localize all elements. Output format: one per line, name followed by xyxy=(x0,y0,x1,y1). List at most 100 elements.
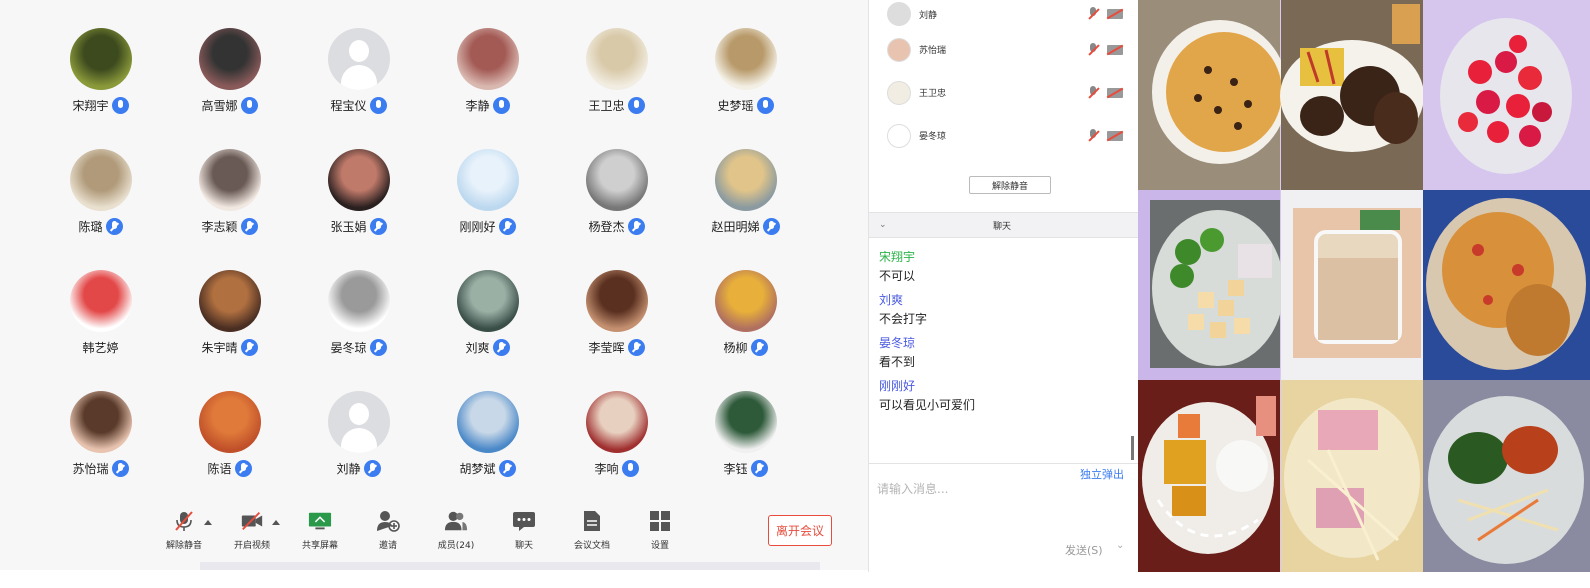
invite-label: 邀请 xyxy=(378,541,397,551)
member-name: 刘静 xyxy=(919,10,938,21)
participant-tile[interactable]: 程宝仪 xyxy=(294,22,423,143)
mic-muted-icon xyxy=(492,338,510,356)
participant-name-row: 刘爽 xyxy=(465,338,510,356)
leave-meeting-button[interactable]: 离开会议 xyxy=(768,515,832,546)
avatar xyxy=(198,391,261,453)
participant-name-row: 陈语 xyxy=(207,459,252,477)
camera-off-icon[interactable] xyxy=(1107,9,1123,19)
avatar xyxy=(198,28,261,90)
share-screen-button[interactable]: 共享屏幕 xyxy=(286,510,354,551)
send-options-chevron-icon[interactable]: ⌄ xyxy=(1116,540,1124,551)
member-name: 苏怡瑞 xyxy=(919,46,947,56)
camera-off-icon[interactable] xyxy=(1107,130,1123,141)
participant-tile[interactable]: 张玉娟 xyxy=(294,143,423,264)
participant-name-row: 胡梦斌 xyxy=(459,459,516,477)
share-screen-label: 共享屏幕 xyxy=(301,541,338,551)
participant-tile[interactable]: 高雪娜 xyxy=(165,22,294,143)
participant-tile[interactable]: 宋翔宇 xyxy=(36,22,165,143)
participant-tile[interactable]: 杨柳 xyxy=(681,264,810,385)
participant-name: 李莹晖 xyxy=(588,340,625,355)
invite-button[interactable]: 邀请 xyxy=(354,510,422,551)
mic-muted-icon[interactable] xyxy=(1087,42,1099,57)
mic-muted-icon[interactable] xyxy=(1087,85,1099,100)
participant-tile[interactable]: 晏冬琼 xyxy=(294,264,423,385)
members-button[interactable]: 成员(24) xyxy=(422,510,490,551)
settings-label: 设置 xyxy=(650,541,669,551)
avatar xyxy=(69,28,132,90)
camera-off-icon[interactable] xyxy=(1107,44,1123,55)
participant-tile[interactable]: 史梦瑶 xyxy=(681,22,810,143)
avatar xyxy=(585,149,648,211)
meeting-docs-button[interactable]: 会议文档 xyxy=(558,510,626,551)
participant-tile[interactable]: 王卫忠 xyxy=(552,22,681,143)
participant-tile[interactable]: 陈语 xyxy=(165,385,294,506)
member-row[interactable]: 王卫忠 xyxy=(869,71,1139,114)
chat-sender: 晏冬琼 xyxy=(879,336,916,350)
participant-tile[interactable]: 李响 xyxy=(552,385,681,506)
chat-input[interactable] xyxy=(877,480,1117,540)
participant-tile[interactable]: 李钰 xyxy=(681,385,810,506)
chat-scrollbar[interactable] xyxy=(1131,436,1134,460)
participant-tile[interactable]: 韩艺婷 xyxy=(36,264,165,385)
screen: 宋翔宇 高雪娜 程宝仪 李静 王卫忠 史梦瑶 陈璐 李志颖 张玉娟 刚刚好 杨登杰 赵田明娣 韩艺婷 朱宇… xyxy=(0,0,1590,588)
mic-muted-icon xyxy=(498,217,516,235)
avatar xyxy=(327,270,390,332)
chat-button[interactable]: 聊天 xyxy=(490,510,558,551)
chat-bubble-icon xyxy=(512,510,536,532)
avatar xyxy=(714,28,777,90)
participant-name: 晏冬琼 xyxy=(330,340,367,355)
document-icon xyxy=(580,510,604,532)
member-row[interactable]: 苏怡瑞 xyxy=(869,28,1139,71)
start-video-button[interactable]: 开启视频 xyxy=(218,510,286,551)
settings-button[interactable]: 设置 xyxy=(626,510,694,551)
participant-tile[interactable]: 朱宇晴 xyxy=(165,264,294,385)
participant-name: 刚刚好 xyxy=(459,219,496,234)
participant-name: 陈璐 xyxy=(78,219,103,234)
participant-tile[interactable]: 赵田明娣 xyxy=(681,143,810,264)
mic-muted-icon xyxy=(750,459,768,477)
participant-name-row: 杨柳 xyxy=(723,338,768,356)
chat-sender: 宋翔宇 xyxy=(879,250,916,264)
mic-muted-icon xyxy=(240,338,258,356)
chat-text: 看不到 xyxy=(879,355,916,369)
audio-options-caret[interactable] xyxy=(204,520,212,525)
video-options-caret[interactable] xyxy=(272,520,280,525)
meeting-toolbar: 解除静音 开启视频 共享屏幕 邀请 成员(24) 聊天 会议文档 设置 xyxy=(150,510,850,558)
participant-tile[interactable]: 刚刚好 xyxy=(423,143,552,264)
participant-tile[interactable]: 李志颖 xyxy=(165,143,294,264)
grid-settings-icon xyxy=(648,510,672,532)
share-screen-icon xyxy=(308,510,332,532)
participant-tile[interactable]: 陈璐 xyxy=(36,143,165,264)
mic-icon xyxy=(111,96,129,114)
avatar xyxy=(69,149,132,211)
shared-photo-collage xyxy=(1138,0,1590,572)
send-button[interactable]: 发送(S) xyxy=(1065,542,1103,558)
participant-tile[interactable]: 李静 xyxy=(423,22,552,143)
mic-muted-icon[interactable] xyxy=(1087,128,1099,143)
chevron-down-icon[interactable]: ⌄ xyxy=(879,220,887,230)
avatar xyxy=(456,28,519,90)
participant-tile[interactable]: 李莹晖 xyxy=(552,264,681,385)
food-photos-image xyxy=(1138,0,1590,572)
participant-tile[interactable]: 刘静 xyxy=(294,385,423,506)
participant-tile[interactable]: 苏怡瑞 xyxy=(36,385,165,506)
members-label: 成员(24) xyxy=(437,541,475,551)
participant-tile[interactable]: 杨登杰 xyxy=(552,143,681,264)
participant-tile[interactable]: 刘爽 xyxy=(423,264,552,385)
participant-name-row: 赵田明娣 xyxy=(711,217,780,235)
participant-name-row: 李静 xyxy=(465,96,510,114)
unmute-button[interactable]: 解除静音 xyxy=(150,510,218,551)
bottom-strip xyxy=(200,562,820,570)
participant-name: 刘爽 xyxy=(465,340,490,355)
chat-text: 可以看见小可爱们 xyxy=(879,398,976,412)
participant-tile[interactable]: 胡梦斌 xyxy=(423,385,552,506)
member-row[interactable]: 晏冬琼 xyxy=(869,114,1139,157)
unmute-all-button[interactable]: 解除静音 xyxy=(969,176,1051,194)
chat-message: 刚刚好可以看见小可爱们 xyxy=(879,379,1129,413)
member-row[interactable]: 刘静 xyxy=(869,0,1139,28)
avatar xyxy=(456,149,519,211)
chat-sender: 刚刚好 xyxy=(879,379,916,393)
avatar xyxy=(456,391,519,453)
mic-muted-icon[interactable] xyxy=(1087,7,1099,21)
camera-off-icon[interactable] xyxy=(1107,87,1123,98)
